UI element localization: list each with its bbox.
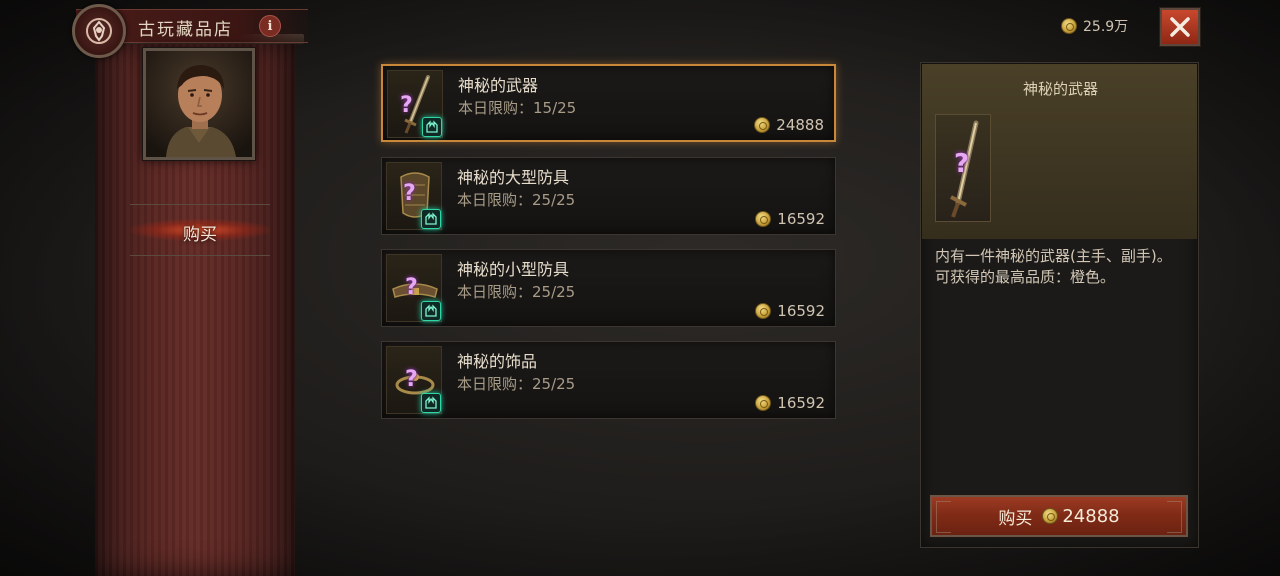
gold-amount: 25.9万 [1083, 19, 1129, 35]
item-price-value: 16592 [777, 210, 825, 228]
gold-coin-icon [755, 395, 772, 411]
detail-desc-line: 内有一件神秘的武器(主手、副手)。 [935, 247, 1172, 265]
buy-button[interactable]: 购买 24888 [929, 494, 1189, 538]
gold-display: 25.9万 [1061, 16, 1128, 36]
info-icon[interactable]: i [259, 15, 281, 37]
buy-button-price: 24888 [1042, 505, 1120, 527]
gold-coin-icon [755, 211, 772, 227]
detail-title: 神秘的武器 [1022, 80, 1098, 98]
buy-button-price-value: 24888 [1062, 505, 1120, 527]
item-detail-panel: 神秘的武器 ? [920, 62, 1199, 548]
ancient-badge-icon [422, 117, 442, 137]
list-item-mystery-jewelry[interactable]: ? 神秘的饰品 本日限购：25/25 16592 [381, 341, 836, 419]
gold-coin-icon [1061, 18, 1077, 34]
mystery-jewelry-icon: ? [386, 346, 442, 414]
ancient-badge-icon [421, 209, 441, 229]
item-daily-limit: 本日限购：25/25 [457, 191, 576, 209]
item-price-value: 16592 [777, 302, 825, 320]
item-price-value: 24888 [776, 116, 824, 134]
item-daily-limit: 本日限购：25/25 [457, 283, 576, 301]
item-name: 神秘的武器 [458, 76, 539, 95]
item-price-value: 16592 [777, 394, 825, 412]
gold-coin-icon [1042, 508, 1059, 524]
mystery-small-armor-icon: ? [386, 254, 442, 322]
tab-buy[interactable]: 购买 [130, 204, 270, 256]
list-item-mystery-large-armor[interactable]: ? 神秘的大型防具 本日限购：25/25 16592 [381, 157, 836, 235]
list-item-mystery-small-armor[interactable]: ? 神秘的小型防具 本日限购：25/25 16592 [381, 249, 836, 327]
detail-desc-line: 可获得的最高品质：橙色。 [935, 268, 1116, 286]
item-name: 神秘的小型防具 [457, 260, 570, 279]
buy-button-label: 购买 [998, 508, 1033, 529]
close-icon [1170, 17, 1190, 37]
vendor-portrait [143, 48, 255, 160]
mystery-weapon-icon: ? [935, 114, 991, 222]
ancient-badge-icon [421, 301, 441, 321]
item-daily-limit: 本日限购：15/25 [458, 99, 577, 117]
item-price: 16592 [755, 302, 825, 320]
gold-coin-icon [754, 117, 771, 133]
item-name: 神秘的大型防具 [457, 168, 570, 187]
mystery-weapon-icon: ? [387, 70, 443, 138]
item-price: 16592 [755, 394, 825, 412]
item-price: 24888 [754, 116, 824, 134]
shop-title: 古玩藏品店 [138, 20, 233, 40]
close-button[interactable] [1159, 7, 1201, 47]
gold-coin-icon [755, 303, 772, 319]
item-price: 16592 [755, 210, 825, 228]
item-daily-limit: 本日限购：25/25 [457, 375, 576, 393]
item-name: 神秘的饰品 [457, 352, 538, 371]
shop-emblem-icon [72, 4, 126, 58]
detail-description: 内有一件神秘的武器(主手、副手)。 可获得的最高品质：橙色。 [935, 246, 1175, 288]
list-item-mystery-weapon[interactable]: ? 神秘的武器 本日限购：15/25 24888 [381, 64, 836, 142]
mystery-large-armor-icon: ? [386, 162, 442, 230]
detail-header: 神秘的武器 ? [922, 64, 1197, 239]
tab-buy-label: 购买 [183, 225, 217, 245]
ancient-badge-icon [421, 393, 441, 413]
